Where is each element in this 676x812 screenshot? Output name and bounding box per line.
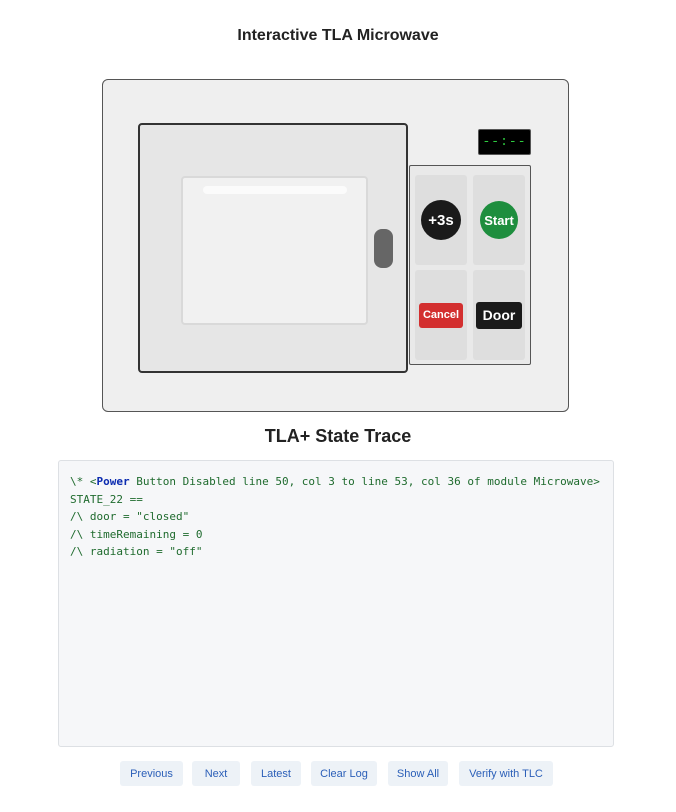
door-button[interactable]: Door [476,301,522,329]
trace-line: /\ radiation = "off" [70,545,203,559]
start-button[interactable]: Start [480,201,518,239]
cancel-button[interactable]: Cancel [419,302,463,328]
door-window [181,176,368,325]
timer-display: --:-- [478,129,531,155]
door-handle [374,229,393,268]
trace-navigation: Previous Next Latest Clear Log Show All … [0,761,676,786]
window-glare [203,186,347,194]
clear-log-button[interactable]: Clear Log [311,761,377,786]
trace-line: /\ door = "closed" [70,510,190,524]
cancel-cell: Cancel [415,270,467,360]
start-cell: Start [473,175,525,265]
previous-button[interactable]: Previous [120,761,183,786]
page-title: Interactive TLA Microwave [237,27,439,44]
plus3-cell: +3s [415,175,467,265]
verify-with-tlc-button[interactable]: Verify with TLC [459,761,553,786]
trace-comment-prefix: \* < [70,475,97,488]
trace-comment-line: \* <Power Button Disabled line 50, col 3… [70,473,602,491]
trace-action-name: Power [96,475,130,488]
latest-button[interactable]: Latest [251,761,301,786]
plus3-button[interactable]: +3s [421,200,461,240]
control-panel: +3s Start Cancel Door [409,165,531,365]
trace-comment-rest: Button Disabled line 50, col 3 to line 5… [129,475,600,488]
microwave: --:-- +3s Start Cancel Door [102,79,569,412]
door-cell: Door [473,270,525,360]
next-button[interactable]: Next [192,761,240,786]
trace-title: TLA+ State Trace [264,426,412,446]
trace-line: /\ timeRemaining = 0 [70,527,203,541]
state-trace-log: \* <Power Button Disabled line 50, col 3… [58,460,614,747]
microwave-door [138,123,408,373]
trace-line: STATE_22 == [70,492,143,506]
show-all-button[interactable]: Show All [388,761,448,786]
